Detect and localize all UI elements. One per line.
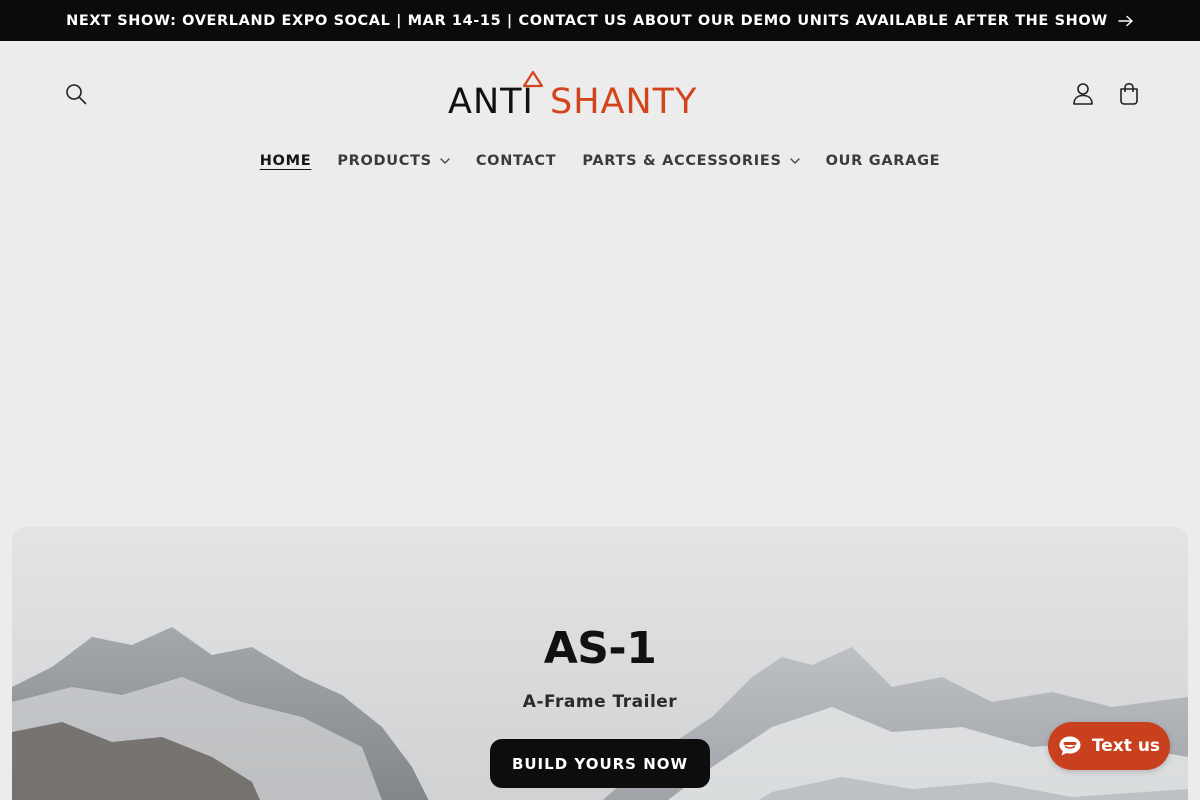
svg-text:ANTI: ANTI [448, 82, 534, 117]
hero-banner: AS-1 A-Frame Trailer BUILD YOURS NOW [12, 527, 1188, 800]
nav-item-home[interactable]: HOME [247, 153, 325, 169]
chevron-down-icon [440, 158, 450, 164]
build-yours-now-button[interactable]: BUILD YOURS NOW [490, 739, 710, 788]
text-us-label: Text us [1091, 736, 1161, 756]
site-logo[interactable]: ANTI SHANTY [448, 69, 752, 122]
nav-label-home: HOME [259, 153, 312, 169]
chevron-down-icon [790, 158, 800, 164]
search-button[interactable] [60, 78, 92, 110]
site-header: ANTI SHANTY [0, 41, 1200, 151]
nav-item-products[interactable]: PRODUCTS [324, 153, 463, 169]
nav-label-contact: CONTACT [475, 153, 557, 169]
cart-icon [1120, 82, 1138, 105]
svg-text:SHANTY: SHANTY [550, 82, 697, 117]
arrow-right-icon [1118, 15, 1133, 26]
nav-label-our-garage: OUR GARAGE [825, 153, 941, 169]
account-button[interactable] [1068, 78, 1098, 110]
chat-bubble-icon [1059, 736, 1081, 756]
announcement-text[interactable]: NEXT SHOW: OVERLAND EXPO SOCAL | MAR 14-… [66, 13, 1108, 29]
antishanty-logo: ANTI SHANTY [448, 70, 697, 122]
search-icon [66, 84, 87, 105]
hero-subtitle: A-Frame Trailer [522, 692, 678, 712]
hero-title: AS-1 [543, 623, 657, 674]
nav-item-our-garage[interactable]: OUR GARAGE [813, 153, 954, 169]
main-nav: HOME PRODUCTS CONTACT PARTS & ACCESSORIE… [0, 140, 1200, 182]
account-icon [1073, 83, 1093, 105]
nav-item-parts-accessories[interactable]: PARTS & ACCESSORIES [569, 153, 812, 169]
nav-label-products: PRODUCTS [337, 153, 432, 169]
text-us-chat-button[interactable]: Text us [1048, 722, 1170, 770]
nav-item-contact[interactable]: CONTACT [463, 153, 570, 169]
nav-label-parts-accessories: PARTS & ACCESSORIES [582, 153, 782, 169]
cart-button[interactable] [1114, 78, 1144, 110]
announcement-bar[interactable]: NEXT SHOW: OVERLAND EXPO SOCAL | MAR 14-… [0, 0, 1200, 41]
